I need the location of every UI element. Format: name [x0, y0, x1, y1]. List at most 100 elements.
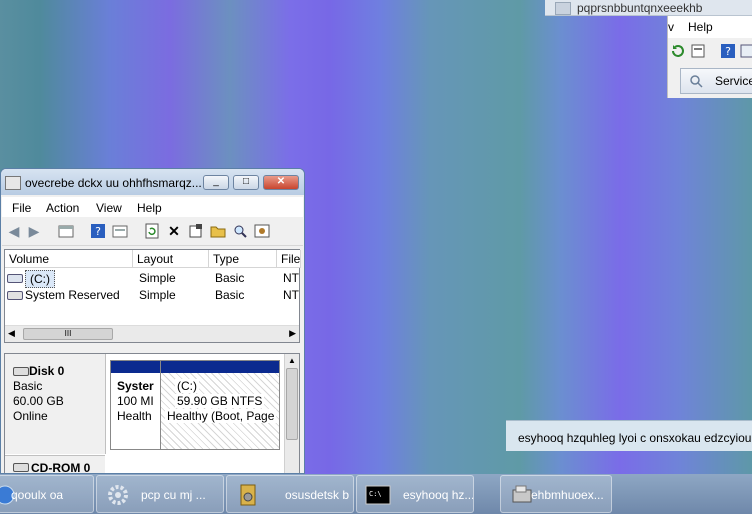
- volume-icon: [7, 291, 23, 300]
- column-header-type[interactable]: Type: [209, 250, 277, 268]
- volume-name: System Reserved: [25, 288, 120, 302]
- top-right-window: v Help ? Service: [667, 16, 752, 98]
- forward-icon[interactable]: ▶: [26, 223, 42, 239]
- top-right-menu-bar: v Help: [668, 16, 752, 38]
- column-header-volume[interactable]: Volume: [5, 250, 133, 268]
- refresh-icon[interactable]: [670, 43, 686, 59]
- vertical-scrollbar[interactable]: ▲: [284, 354, 299, 473]
- partition-bar: [111, 361, 161, 373]
- taskbar-label: esyhooq hz...: [403, 488, 474, 502]
- disk-size: 60.00 GB: [13, 394, 64, 408]
- help-icon[interactable]: ?: [90, 223, 106, 239]
- search-icon: [690, 75, 703, 88]
- notification-bar[interactable]: esyhooq hzquhleg lyoi c onsxokau edzcyio…: [506, 420, 752, 451]
- partition-name: (C:): [175, 379, 199, 393]
- show-hide-tree-icon[interactable]: [58, 223, 74, 239]
- menu-file[interactable]: File: [12, 201, 31, 215]
- window-icon: [555, 2, 571, 15]
- disk-name: Disk 0: [29, 364, 65, 378]
- partition-bar: [161, 361, 279, 373]
- scroll-thumb[interactable]: III: [23, 328, 113, 340]
- taskbar-item[interactable]: qooulx oa: [0, 475, 94, 513]
- partition-status: Healthy (Boot, Page: [165, 409, 277, 423]
- column-header-layout[interactable]: Layout: [133, 250, 209, 268]
- volume-list: Volume Layout Type File (C:) Simple Basi…: [4, 249, 301, 343]
- archive-icon: [240, 484, 256, 506]
- taskbar-label: ehbmhuoex...: [531, 488, 604, 502]
- taskbar-label: pcp cu mj ...: [141, 488, 206, 502]
- properties-icon[interactable]: [188, 223, 204, 239]
- type-value: Basic: [215, 271, 245, 285]
- terminal-icon: C:\: [365, 485, 391, 505]
- type-value: Basic: [215, 288, 245, 302]
- gear-icon: [108, 485, 128, 505]
- search-icon[interactable]: [232, 223, 248, 239]
- console-icon[interactable]: [740, 43, 752, 59]
- window-titlebar[interactable]: ovecrebe dckx uu ohhfhsmarqz... _ □ ✕: [1, 169, 304, 195]
- close-button[interactable]: ✕: [263, 175, 299, 190]
- table-row[interactable]: (C:) Simple Basic NT: [5, 270, 301, 288]
- scroll-left-icon[interactable]: ◀: [8, 328, 15, 339]
- window-title: ovecrebe dckx uu ohhfhsmarqz...: [25, 176, 202, 190]
- cdrom-icon: [13, 463, 29, 472]
- file-system-value: NT: [283, 288, 299, 302]
- file-system-value: NT: [283, 271, 299, 285]
- menu-help[interactable]: Help: [137, 201, 162, 215]
- column-header-file-system[interactable]: File: [277, 250, 301, 268]
- taskbar-label: osusdetsk b ...: [285, 488, 353, 502]
- disk-management-window: ovecrebe dckx uu ohhfhsmarqz... _ □ ✕ Fi…: [0, 168, 305, 474]
- volume-name: (C:): [25, 270, 55, 288]
- top-right-window-title: pqprsnbbuntqnxeeekhb: [577, 1, 703, 15]
- scroll-thumb[interactable]: [286, 368, 298, 440]
- cdrom-label[interactable]: CD-ROM 0: [5, 455, 105, 474]
- disk-icon: [13, 367, 29, 376]
- services-label: Service: [715, 74, 752, 88]
- scroll-right-icon[interactable]: ▶: [289, 328, 296, 339]
- taskbar: qooulx oa pcp cu mj ... osusdetsk b ... …: [0, 474, 752, 514]
- services-button[interactable]: Service: [680, 68, 752, 94]
- taskbar-item[interactable]: C:\ esyhooq hz...: [356, 475, 474, 513]
- volume-icon: [7, 274, 23, 283]
- back-icon[interactable]: ◀: [6, 223, 22, 239]
- partition-name: Syster: [117, 379, 154, 393]
- svg-text:?: ?: [725, 45, 731, 58]
- help-icon[interactable]: ?: [720, 43, 736, 59]
- scroll-up-icon[interactable]: ▲: [288, 356, 296, 365]
- disk-kind: Basic: [13, 379, 43, 393]
- disk-status: Online: [13, 409, 48, 423]
- open-folder-icon[interactable]: [210, 223, 226, 239]
- taskbar-item[interactable]: ehbmhuoex...: [500, 475, 612, 513]
- partition-size: 100 MI: [117, 394, 154, 408]
- disk-0-label[interactable]: Disk 0 Basic 60.00 GB Online: [5, 354, 106, 454]
- menu-view[interactable]: v: [668, 20, 674, 34]
- horizontal-scrollbar[interactable]: ◀ III ▶: [5, 325, 299, 342]
- menu-bar: File Action View Help: [2, 197, 303, 217]
- menu-help[interactable]: Help: [688, 20, 713, 34]
- console-icon[interactable]: [112, 223, 128, 239]
- taskbar-item[interactable]: pcp cu mj ...: [96, 475, 224, 513]
- layout-value: Simple: [139, 288, 176, 302]
- partition-c[interactable]: (C:) 59.90 GB NTFS Healthy (Boot, Page: [160, 360, 280, 450]
- minimize-button[interactable]: _: [203, 175, 229, 190]
- toolbar: ◀ ▶ ? ✕: [2, 219, 303, 246]
- maximize-button[interactable]: □: [233, 175, 259, 190]
- delete-icon[interactable]: ✕: [166, 223, 182, 239]
- top-right-window-titlebar[interactable]: pqprsnbbuntqnxeeekhb: [545, 0, 752, 16]
- partition-size: 59.90 GB NTFS: [175, 394, 265, 408]
- disk-management-icon: [5, 176, 21, 190]
- properties-icon[interactable]: [690, 43, 706, 59]
- disk-graphical-view: Disk 0 Basic 60.00 GB Online Syster 100 …: [4, 353, 300, 474]
- menu-view[interactable]: View: [96, 201, 122, 215]
- taskbar-label: qooulx oa: [11, 488, 64, 502]
- svg-text:C:\: C:\: [369, 490, 382, 498]
- partition-status: Health: [117, 409, 152, 423]
- top-right-toolbar: ?: [668, 40, 752, 62]
- refresh-icon[interactable]: [144, 223, 160, 239]
- layout-value: Simple: [139, 271, 176, 285]
- taskbar-item[interactable]: osusdetsk b ...: [226, 475, 354, 513]
- settings-icon[interactable]: [254, 223, 270, 239]
- partition-system-reserved[interactable]: Syster 100 MI Health: [110, 360, 162, 450]
- menu-action[interactable]: Action: [46, 201, 79, 215]
- table-row[interactable]: System Reserved Simple Basic NT: [5, 287, 301, 303]
- cdrom-name: CD-ROM 0: [31, 461, 91, 474]
